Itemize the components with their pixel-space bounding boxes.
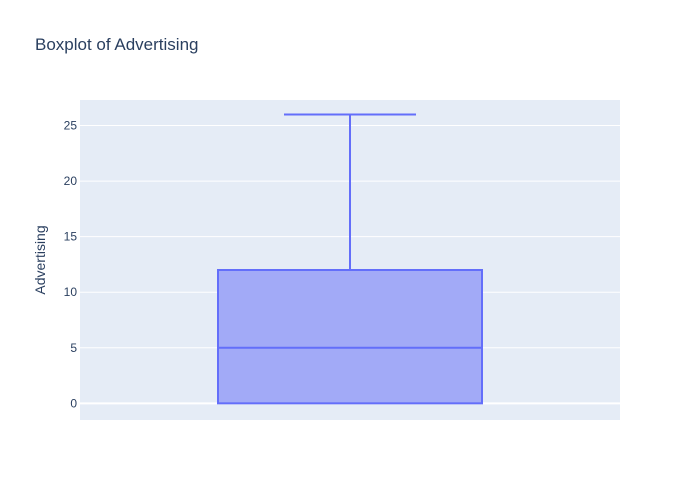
y-tick-label: 25 — [64, 119, 78, 133]
chart-title: Boxplot of Advertising — [35, 35, 198, 54]
y-tick-label: 0 — [70, 396, 77, 410]
chart-svg: 0 5 10 15 20 25 Boxplot of Advertising Advert… — [0, 0, 700, 500]
y-axis-label: Advertising — [32, 225, 48, 294]
y-tick-label: 15 — [64, 230, 78, 244]
y-tick-label: 5 — [70, 341, 77, 355]
box-iqr[interactable] — [217, 269, 483, 405]
y-tick-label: 20 — [64, 174, 78, 188]
y-tick-label: 10 — [64, 285, 78, 299]
